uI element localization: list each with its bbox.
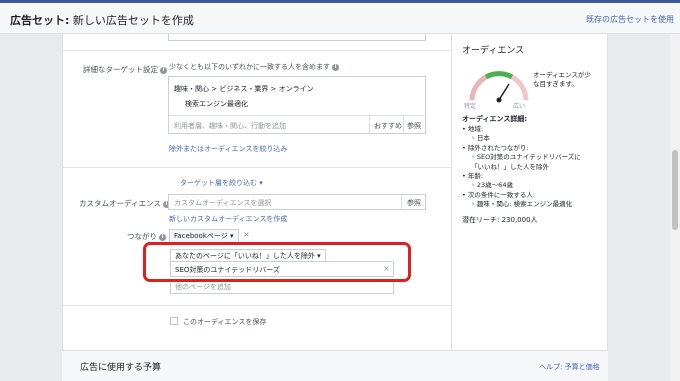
detail-subitem: SEO対策のユナイテッドリバーズに「いいね！」した人を除外: [462, 153, 592, 172]
chevron-down-icon: ▾: [230, 232, 234, 240]
gauge-green-segment: [484, 71, 514, 80]
page-header: 広告セット: 新しい広告セットを作成 既存の広告セットを使用: [0, 3, 680, 34]
potential-reach: 潜在リーチ: 230,000人: [462, 216, 538, 224]
gauge-left-label: 特定: [464, 103, 477, 110]
detail-subitem: 趣味・関心: 検索エンジン最適化: [462, 200, 592, 209]
help-icon[interactable]: i: [332, 63, 339, 71]
button-separator: [369, 115, 370, 133]
audience-details-list: 地域: 日本 除外されたつながり: SEO対策のユナイテッドリバーズに「いいね！…: [462, 125, 592, 210]
budget-help-link[interactable]: ヘルプ: 予算と価格: [539, 362, 600, 372]
partial-input-above: [168, 34, 426, 41]
exclude-narrow-link[interactable]: 除外またはオーディエンスを絞り込み: [169, 144, 287, 154]
save-audience-label: このオーディエンスを保存: [183, 318, 267, 326]
detailed-targeting-description: 少なくとも以下のいずれかに一致する人を含めます i: [169, 62, 339, 72]
detail-subitem: 日本: [462, 134, 592, 143]
gauge-right-label: 広い: [513, 103, 526, 110]
section-divider: [62, 50, 451, 51]
section-divider: [62, 167, 451, 168]
custom-audience-input[interactable]: カスタムオーディエンスを選択 参照: [168, 194, 426, 210]
detailed-targeting-box: 趣味・関心 > ビジネス・業界 > オンライン 検索エンジン最適化 利用者層、趣…: [168, 76, 426, 134]
gauge-note: オーディエンスが少な目すぎます。: [533, 71, 591, 88]
connections-label: つながり i: [127, 231, 166, 242]
page-title: 広告セット: 新しい広告セットを作成: [10, 12, 194, 28]
column-divider: [451, 34, 452, 350]
suggestions-button[interactable]: おすすめ: [374, 121, 402, 131]
gauge-needle: [498, 83, 510, 101]
box-divider: [169, 115, 425, 116]
gauge-pivot: [496, 97, 502, 103]
help-icon[interactable]: i: [160, 66, 167, 74]
gauge-red-segment: [469, 74, 488, 101]
use-existing-adset-link[interactable]: 既存の広告セットを使用: [586, 14, 674, 25]
detail-subitem: 23歳〜64歳: [462, 181, 592, 190]
chevron-down-icon: ▾: [259, 179, 263, 187]
detail-item: 除外されたつながり:: [462, 144, 592, 153]
budget-section: 広告に使用する予算 ヘルプ: 予算と価格: [62, 350, 608, 381]
narrow-targeting-link[interactable]: ターゲット層を絞り込む ▾: [180, 178, 263, 188]
budget-title: 広告に使用する予算: [80, 363, 162, 373]
custom-audience-placeholder: カスタムオーディエンスを選択: [174, 199, 272, 207]
close-icon[interactable]: ×: [243, 230, 250, 239]
highlight-annotation: [143, 242, 411, 282]
selected-interest: 検索エンジン最適化: [185, 100, 248, 108]
detailed-targeting-label: 詳細なターゲット設定 i: [83, 64, 167, 75]
audience-details-title: オーディエンス詳細:: [462, 115, 528, 123]
detail-item: 次の条件に一致する人:: [462, 191, 592, 200]
browse-button[interactable]: 参照: [407, 121, 421, 131]
gauge-right-segment: [510, 74, 529, 101]
title-text: 新しい広告セットを作成: [72, 14, 194, 27]
connections-type-dropdown[interactable]: Facebookページ ▾: [169, 229, 239, 243]
audience-gauge: [469, 71, 529, 103]
custom-audience-label: カスタムオーディエンス i: [79, 198, 170, 209]
create-custom-audience-link[interactable]: 新しいカスタムオーディエンスを作成: [169, 214, 287, 224]
audience-panel-title: オーディエンス: [462, 46, 525, 56]
targeting-breadcrumb[interactable]: 趣味・関心 > ビジネス・業界 > オンライン: [174, 84, 314, 94]
title-prefix: 広告セット:: [10, 14, 70, 27]
detail-item: 地域:: [462, 125, 592, 134]
save-audience-checkbox[interactable]: [170, 317, 178, 325]
button-separator: [403, 115, 404, 133]
help-icon[interactable]: i: [159, 233, 166, 241]
add-page-placeholder: 他のページを追加: [175, 283, 231, 291]
targeting-search-input[interactable]: 利用者層、趣味・関心、行動を追加: [174, 121, 286, 131]
scrollbar-thumb[interactable]: [672, 150, 678, 230]
section-divider: [62, 305, 451, 306]
custom-audience-browse-button[interactable]: 参照: [407, 198, 421, 208]
button-separator: [401, 195, 402, 209]
